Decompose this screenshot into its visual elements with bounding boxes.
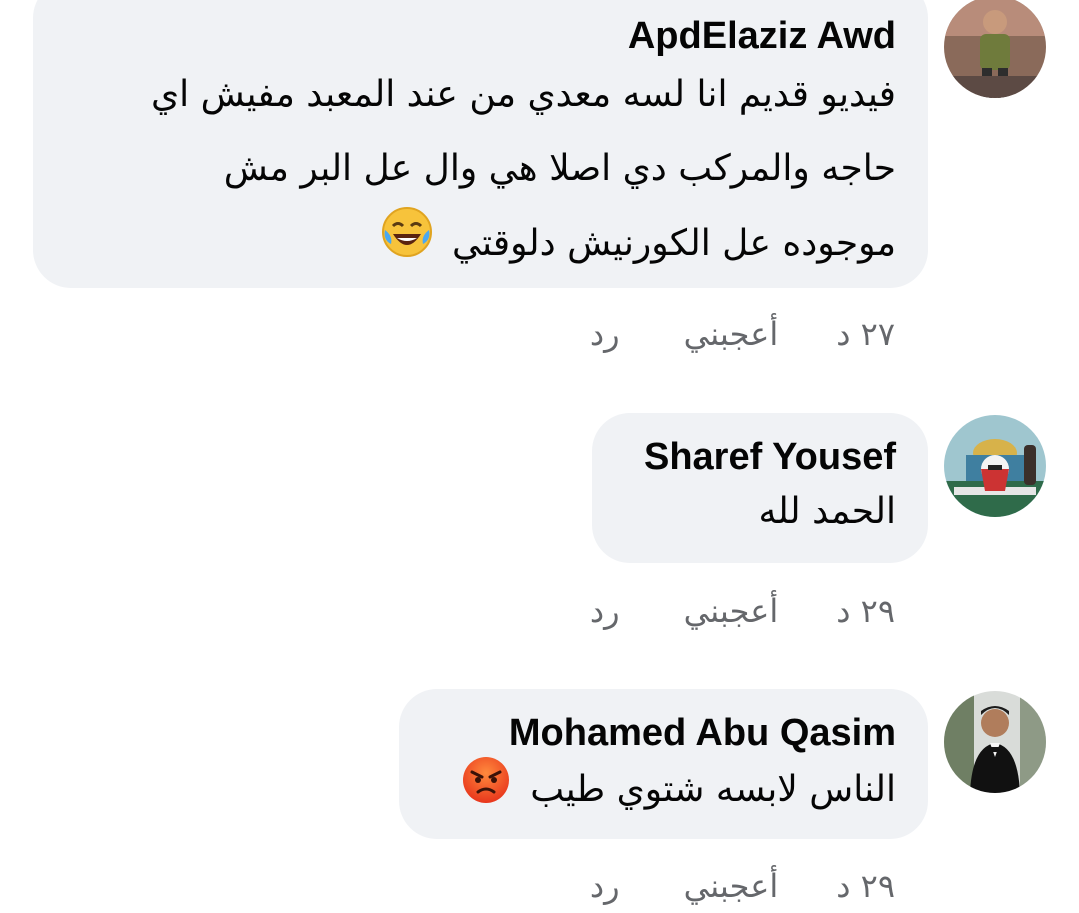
comment-line: الحمد لله bbox=[758, 491, 896, 532]
comment-line: الناس لابسه شتوي طيب bbox=[530, 769, 896, 810]
avatar[interactable] bbox=[944, 415, 1046, 517]
comment-bubble[interactable]: ApdElaziz Awd فيديو قديم انا لسه معدي من… bbox=[33, 0, 928, 288]
comment-line: حاجه والمركب دي اصلا هي وال عل البر مش bbox=[223, 148, 896, 189]
comment-line: موجوده عل الكورنيش دلوقتي bbox=[452, 223, 896, 264]
avatar[interactable] bbox=[944, 0, 1046, 98]
comment-line: فيديو قديم انا لسه معدي من عند المعبد مف… bbox=[150, 74, 896, 115]
comment-actions: ٢٧ د أعجبني رد bbox=[590, 314, 895, 354]
comment-time: ٢٩ د bbox=[836, 867, 895, 905]
comment-author[interactable]: Mohamed Abu Qasim bbox=[429, 711, 896, 755]
comment-actions: ٢٩ د أعجبني رد bbox=[590, 866, 895, 906]
comment-author[interactable]: ApdElaziz Awd bbox=[63, 14, 896, 58]
comment-time: ٢٩ د bbox=[836, 592, 895, 630]
reply-button[interactable]: رد bbox=[590, 314, 620, 354]
laughing-crying-emoji-icon bbox=[381, 206, 433, 284]
like-button[interactable]: أعجبني bbox=[684, 314, 779, 354]
angry-face-emoji-icon bbox=[461, 755, 511, 827]
comment-author[interactable]: Sharef Yousef bbox=[622, 435, 896, 479]
reply-button[interactable]: رد bbox=[590, 591, 620, 631]
comment-time: ٢٧ د bbox=[836, 315, 895, 353]
avatar[interactable] bbox=[944, 691, 1046, 793]
comment-last-line: الناس لابسه شتوي طيب bbox=[429, 755, 896, 827]
comment-actions: ٢٩ د أعجبني رد bbox=[590, 591, 895, 631]
like-button[interactable]: أعجبني bbox=[684, 591, 779, 631]
user-photo-icon bbox=[944, 691, 1046, 793]
user-photo-icon bbox=[944, 0, 1046, 98]
comment-bubble[interactable]: Mohamed Abu Qasim الناس لابسه شتوي طيب bbox=[399, 689, 928, 839]
comment-last-line: موجوده عل الكورنيش دلوقتي bbox=[63, 206, 896, 284]
comment-bubble[interactable]: Sharef Yousef الحمد لله bbox=[592, 413, 928, 563]
reply-button[interactable]: رد bbox=[590, 866, 620, 906]
like-button[interactable]: أعجبني bbox=[684, 866, 779, 906]
user-photo-icon bbox=[944, 415, 1046, 517]
